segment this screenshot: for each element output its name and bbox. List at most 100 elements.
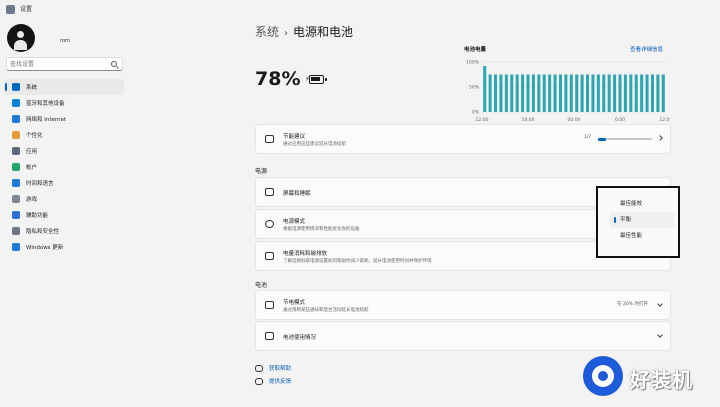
x-tick-label: 12:00 [660, 117, 670, 123]
breadcrumb-parent[interactable]: 系统 [255, 25, 279, 39]
battery-usage-row[interactable]: 电池使用情况 [255, 321, 671, 351]
chart-bar[interactable] [575, 74, 579, 113]
sidebar-item-5[interactable]: 帐户 [4, 159, 124, 175]
chart-bar[interactable] [488, 74, 492, 113]
recommendations-progress-bar [598, 137, 652, 141]
chart-bar[interactable] [569, 74, 573, 113]
power-section-heading: 电源 [255, 168, 268, 175]
sidebar-item-3[interactable]: 个性化 [4, 127, 124, 143]
sidebar-item-label: 辅助功能 [26, 213, 49, 219]
search-input[interactable] [10, 59, 106, 69]
sidebar-item-1[interactable]: 蓝牙和其他设备 [4, 95, 124, 111]
chart-bar[interactable] [618, 74, 622, 113]
view-details-link[interactable]: 查看详细信息 [630, 45, 663, 53]
sidebar-item-label: Windows 更新 [26, 245, 64, 251]
x-tick-label: 18:00 [522, 117, 535, 123]
shield-icon [12, 227, 20, 235]
chart-bar[interactable] [515, 74, 519, 113]
power-mode-option-0[interactable]: 最佳能效 [610, 196, 674, 212]
account-icon [12, 163, 20, 171]
chart-bar[interactable] [591, 74, 595, 113]
x-tick-label: 12:00 [476, 117, 489, 123]
recommendations-progress-fill [598, 137, 606, 141]
chart-bar[interactable] [613, 74, 617, 113]
power-mode-icon [265, 220, 274, 228]
x-tick-label: 6:00 [615, 117, 625, 123]
power-mode-option-2[interactable]: 最佳性能 [610, 228, 674, 244]
power-mode-option-1[interactable]: 平衡 [610, 212, 674, 228]
chart-bar[interactable] [526, 74, 530, 113]
search-box[interactable] [6, 57, 123, 71]
sidebar-item-9[interactable]: 隐私和安全性 [4, 223, 124, 239]
chart-bar[interactable] [510, 74, 514, 113]
sidebar-item-label: 系统 [26, 85, 38, 91]
battery-level-chart[interactable]: 100%50%0%12:0018:0000:006:0012:00 [450, 56, 670, 128]
chart-bar[interactable] [483, 66, 487, 112]
sidebar-item-2[interactable]: 网络和 Internet [4, 111, 124, 127]
breadcrumb-separator: › [284, 28, 289, 39]
search-icon[interactable] [111, 61, 117, 67]
chart-bar[interactable] [580, 74, 584, 113]
chart-bar[interactable] [645, 74, 649, 113]
chart-bar[interactable] [537, 74, 541, 113]
chart-bar[interactable] [650, 74, 654, 113]
battery-saver-title: 节电模式 [283, 300, 306, 306]
y-tick-label: 0% [472, 110, 480, 116]
sidebar-item-4[interactable]: 应用 [4, 143, 124, 159]
sidebar-item-7[interactable]: 游戏 [4, 191, 124, 207]
give-feedback-link[interactable]: 提供反馈 [255, 377, 291, 385]
globe-icon [12, 179, 20, 187]
recommendations-card[interactable]: 节能建议 通过应用这些建议延长电池续航 1/7 [255, 124, 671, 154]
recommendations-title: 节能建议 [283, 134, 306, 140]
sidebar-item-label: 个性化 [26, 133, 43, 139]
leaf-icon [265, 135, 274, 143]
chart-bar[interactable] [558, 74, 562, 113]
sidebar-item-10[interactable]: Windows 更新 [4, 239, 124, 255]
window-title: 设置 [20, 6, 33, 13]
get-help-link[interactable]: 获取帮助 [255, 364, 291, 372]
chart-bar[interactable] [640, 74, 644, 113]
chart-bar[interactable] [521, 74, 525, 113]
avatar[interactable] [7, 24, 35, 52]
gamepad-icon [12, 195, 20, 203]
chevron-right-icon [657, 135, 663, 141]
chart-bar[interactable] [494, 74, 498, 113]
chart-bar[interactable] [553, 74, 557, 113]
chart-bar[interactable] [564, 74, 568, 113]
screen-sleep-title: 屏幕和睡眠 [283, 191, 311, 197]
chart-bar[interactable] [542, 74, 546, 113]
chart-bar[interactable] [623, 74, 627, 113]
chart-bar[interactable] [586, 74, 590, 113]
x-tick-label: 00:00 [568, 117, 581, 123]
sidebar-item-label: 隐私和安全性 [26, 229, 60, 235]
chart-bar[interactable] [531, 74, 535, 113]
chevron-down-icon [657, 301, 663, 307]
sidebar-item-0[interactable]: 系统 [4, 79, 124, 95]
sidebar-item-label: 应用 [26, 149, 38, 155]
sidebar-item-6[interactable]: 时间和语言 [4, 175, 124, 191]
chart-icon [265, 332, 274, 340]
recommendations-progress-text: 1/7 [584, 135, 592, 140]
chart-bar[interactable] [548, 74, 552, 113]
breadcrumb: 系统 › 电源和电池 [255, 23, 353, 40]
y-tick-label: 50% [469, 85, 480, 91]
power-usage-title: 电量消耗和碳排放 [283, 251, 328, 257]
battery-saver-row[interactable]: 节电模式 通过限制某些通知和后台活动延长电池续航 在 20% 时打开 [255, 290, 671, 320]
user-name: rom [60, 38, 70, 44]
chart-bar[interactable] [661, 74, 665, 113]
chart-bar[interactable] [656, 74, 660, 113]
battery-usage-title: 电池使用情况 [283, 335, 317, 341]
chart-bar[interactable] [602, 74, 606, 113]
sidebar-item-8[interactable]: 辅助功能 [4, 207, 124, 223]
chevron-down-icon [657, 332, 663, 338]
battery-section-heading: 电池 [255, 282, 268, 289]
chart-bar[interactable] [499, 74, 503, 113]
battery-fill [311, 77, 320, 81]
chart-bar[interactable] [504, 74, 508, 113]
chart-bar[interactable] [607, 74, 611, 113]
chart-bar[interactable] [596, 74, 600, 113]
chart-bar[interactable] [629, 74, 633, 113]
brush-icon [12, 131, 20, 139]
get-help-label: 获取帮助 [269, 366, 292, 372]
chart-bar[interactable] [634, 74, 638, 113]
